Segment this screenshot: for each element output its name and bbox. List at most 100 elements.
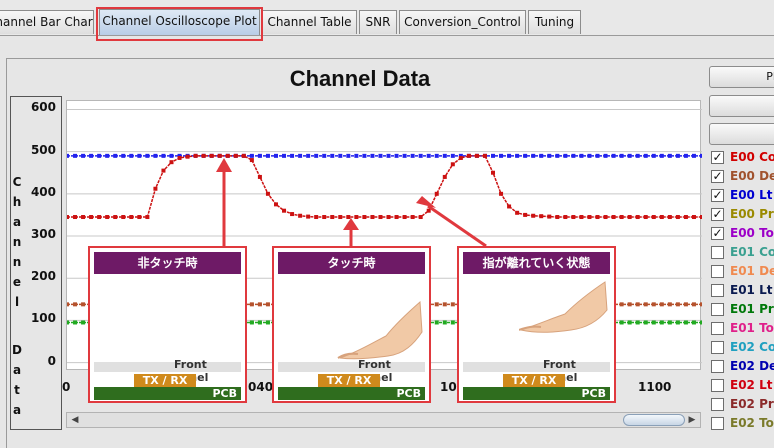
legend-checkbox[interactable]: ✓	[711, 170, 724, 183]
tab-snr[interactable]: SNR	[359, 10, 397, 34]
legend-item-e02-lt[interactable]: E02 Lt	[706, 376, 774, 395]
legend-checkbox[interactable]: ✓	[711, 151, 724, 164]
legend-item-e02-de[interactable]: E02 De	[706, 357, 774, 376]
data-point	[249, 158, 254, 163]
legend-item-e00-co[interactable]: ✓ E00 Co	[706, 148, 774, 167]
tab-channel-bar-chart[interactable]: Channel Bar Chart	[0, 10, 94, 34]
y-tick-label: 600	[30, 100, 56, 115]
data-point	[539, 214, 544, 219]
data-point	[97, 215, 102, 220]
data-point	[89, 215, 94, 220]
data-point	[700, 215, 704, 220]
data-point	[659, 302, 664, 307]
legend-label: E02 To	[730, 416, 774, 430]
legend-item-e01-de[interactable]: E01 De	[706, 262, 774, 281]
legend-label: E00 Pr	[730, 207, 774, 221]
data-point	[81, 320, 86, 325]
side-button-2[interactable]	[709, 95, 774, 117]
data-point	[555, 153, 560, 158]
plot-button[interactable]: Pl	[709, 66, 774, 88]
legend-item-e02-pr[interactable]: E02 Pr	[706, 395, 774, 414]
legend-checkbox[interactable]	[711, 303, 724, 316]
legend-checkbox[interactable]	[711, 379, 724, 392]
data-point	[73, 153, 78, 158]
data-point	[145, 215, 150, 220]
y-tick-label: 200	[30, 269, 56, 284]
card-release: 指が離れていく状態 Front panel TX / RX PCB	[457, 246, 616, 403]
legend-item-e01-lt[interactable]: E01 Lt	[706, 281, 774, 300]
series-e00-lt	[65, 153, 704, 158]
data-point	[249, 153, 254, 158]
y-axis-label-letter: l	[14, 295, 20, 309]
legend-item-e00-de[interactable]: ✓ E00 De	[706, 167, 774, 186]
legend-checkbox[interactable]: ✓	[711, 227, 724, 240]
txrx-label: TX / RX	[318, 374, 380, 388]
tab-channel-table[interactable]: Channel Table	[262, 10, 357, 34]
data-point	[643, 215, 648, 220]
tab-channel-oscilloscope-plot[interactable]: Channel Oscilloscope Plot	[99, 9, 260, 35]
data-point	[233, 153, 238, 158]
legend-item-e00-pr[interactable]: ✓ E00 Pr	[706, 205, 774, 224]
data-point	[515, 210, 520, 215]
data-point	[137, 153, 142, 158]
finger-touch-image	[337, 300, 423, 360]
tab-conversion-control[interactable]: Conversion_Control	[399, 10, 526, 34]
data-point	[458, 155, 463, 160]
y-axis-label-letter: a	[12, 363, 22, 377]
legend-checkbox[interactable]: ✓	[711, 208, 724, 221]
data-point	[643, 320, 648, 325]
data-point	[169, 160, 174, 165]
data-point	[209, 153, 214, 158]
data-point	[153, 153, 158, 158]
legend-item-e00-to[interactable]: ✓ E00 To	[706, 224, 774, 243]
data-point	[418, 153, 423, 158]
data-point	[442, 302, 447, 307]
scroll-right-icon[interactable]: ▶	[684, 413, 700, 427]
legend-checkbox[interactable]	[711, 341, 724, 354]
data-point	[643, 153, 648, 158]
data-point	[65, 320, 69, 325]
data-point	[651, 215, 656, 220]
legend-checkbox[interactable]	[711, 265, 724, 278]
data-point	[571, 215, 576, 220]
legend-item-e01-pr[interactable]: E01 Pr	[706, 300, 774, 319]
data-point	[65, 153, 69, 158]
y-tick-label: 100	[30, 311, 56, 326]
card-title: 非タッチ時	[94, 252, 241, 274]
legend-item-e02-co[interactable]: E02 Co	[706, 338, 774, 357]
data-point	[667, 320, 672, 325]
legend-checkbox[interactable]	[711, 322, 724, 335]
scroll-left-icon[interactable]: ◀	[67, 413, 83, 427]
card-touch: タッチ時 Front panel TX / RX PCB	[272, 246, 431, 403]
data-point	[161, 168, 166, 173]
data-point	[635, 153, 640, 158]
data-point	[346, 215, 351, 220]
pcb-label: PCB	[463, 387, 610, 400]
data-point	[418, 215, 423, 220]
legend-checkbox[interactable]	[711, 246, 724, 259]
data-point	[700, 153, 704, 158]
legend-checkbox[interactable]: ✓	[711, 189, 724, 202]
legend-item-e01-co[interactable]: E01 Co	[706, 243, 774, 262]
legend-checkbox[interactable]	[711, 398, 724, 411]
tab-tuning[interactable]: Tuning	[528, 10, 581, 34]
data-point	[217, 153, 222, 158]
data-point	[450, 302, 455, 307]
data-point	[290, 212, 295, 217]
legend-item-e02-to[interactable]: E02 To	[706, 414, 774, 433]
data-point	[193, 153, 198, 158]
side-button-3[interactable]	[709, 123, 774, 145]
data-point	[691, 320, 696, 325]
legend-item-e01-to[interactable]: E01 To	[706, 319, 774, 338]
data-point	[73, 302, 78, 307]
data-point	[691, 153, 696, 158]
data-point	[683, 153, 688, 158]
card-non-touch: 非タッチ時 Front panel TX / RX PCB	[88, 246, 247, 403]
legend-checkbox[interactable]	[711, 360, 724, 373]
data-point	[386, 215, 391, 220]
legend-item-e00-lt[interactable]: ✓ E00 Lt	[706, 186, 774, 205]
horizontal-scrollbar[interactable]: ◀ ▶	[66, 412, 701, 428]
legend-checkbox[interactable]	[711, 284, 724, 297]
scrollbar-thumb[interactable]	[623, 414, 685, 426]
legend-checkbox[interactable]	[711, 417, 724, 430]
